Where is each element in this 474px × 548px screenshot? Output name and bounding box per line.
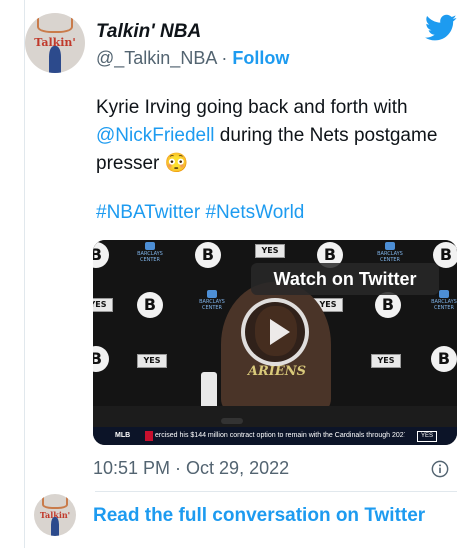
- video-player[interactable]: B BARCLAYS CENTER B YES B BARCLAYS CENTE…: [93, 240, 457, 445]
- tweet-text: Kyrie Irving going back and forth with @…: [96, 94, 456, 178]
- mention-link[interactable]: @NickFriedell: [96, 125, 215, 146]
- shirt-text: ARIENS: [247, 364, 307, 379]
- tweet-text-prefix: Kyrie Irving going back and forth with: [96, 97, 408, 118]
- author-name[interactable]: Talkin' NBA: [96, 21, 201, 43]
- play-icon[interactable]: [241, 298, 309, 366]
- player-graphic: [50, 517, 60, 536]
- author-avatar[interactable]: Talkin': [25, 13, 85, 73]
- nets-logo: B: [137, 292, 163, 318]
- ticker-yes-logo: YES: [417, 431, 437, 442]
- nets-logo: B: [93, 242, 109, 268]
- microphone: [221, 418, 243, 424]
- author-handle[interactable]: @_Talkin_NBA: [96, 48, 216, 68]
- nets-logo: B: [375, 292, 401, 318]
- yes-logo: YES: [137, 354, 167, 368]
- player-graphic: [49, 46, 61, 73]
- ticker-league: MLB: [115, 432, 131, 439]
- hashtag-link[interactable]: #NBATwitter: [96, 202, 200, 223]
- barclays-logo: BARCLAYS CENTER: [375, 242, 405, 263]
- author-handle-row: @_Talkin_NBA · Follow: [96, 48, 289, 69]
- hashtag-link[interactable]: #NetsWorld: [205, 202, 304, 223]
- ticker-text: ercised his $144 million contract option…: [155, 432, 405, 439]
- footer-avatar[interactable]: Talkin': [34, 494, 76, 536]
- yes-logo: YES: [93, 298, 113, 312]
- info-icon[interactable]: [431, 460, 449, 478]
- handle-separator: ·: [221, 48, 228, 68]
- press-table: [93, 406, 457, 428]
- nets-logo: B: [93, 346, 109, 372]
- hoop-graphic: [37, 17, 73, 33]
- hashtag-row: #NBATwitter #NetsWorld: [96, 199, 304, 227]
- nets-logo: B: [431, 346, 457, 372]
- news-ticker: MLB ercised his $144 million contract op…: [93, 427, 457, 445]
- yes-logo: YES: [371, 354, 401, 368]
- follow-button[interactable]: Follow: [232, 48, 289, 68]
- barclays-logo: BARCLAYS CENTER: [135, 242, 165, 263]
- twitter-bird-icon[interactable]: [425, 14, 457, 42]
- ticker-marker: [145, 431, 153, 441]
- press-backdrop: B BARCLAYS CENTER B YES B BARCLAYS CENTE…: [93, 240, 457, 425]
- water-bottle: [201, 372, 217, 410]
- yes-logo: YES: [255, 244, 285, 258]
- tweet-timestamp[interactable]: 10:51 PM · Oct 29, 2022: [93, 458, 289, 479]
- nets-logo: B: [195, 242, 221, 268]
- divider: [95, 491, 457, 492]
- watch-on-twitter-button[interactable]: Watch on Twitter: [251, 263, 439, 295]
- read-conversation-link[interactable]: Read the full conversation on Twitter: [93, 505, 425, 527]
- hoop-graphic: [42, 497, 68, 509]
